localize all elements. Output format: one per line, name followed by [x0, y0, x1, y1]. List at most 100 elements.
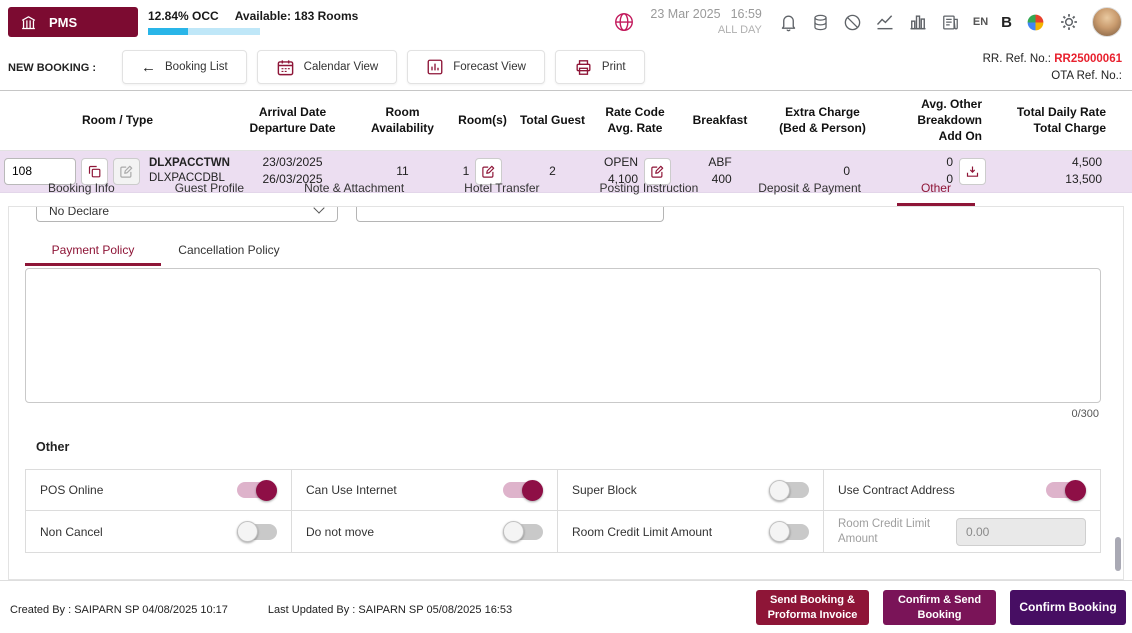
daily-rate-value: 4,500 [1065, 154, 1102, 171]
occupancy-progress-fill [148, 28, 188, 35]
new-booking-label: NEW BOOKING : [8, 62, 96, 74]
footer-bar: Created By : SAIPARN SP 04/08/2025 10:17… [0, 580, 1132, 633]
forecast-chart-icon [426, 58, 444, 76]
booking-list-button[interactable]: ← Booking List [122, 50, 247, 84]
room-credit-limit-amount-input[interactable] [956, 518, 1086, 546]
send-booking-proforma-button[interactable]: Send Booking & Proforma Invoice [756, 590, 869, 625]
tab-other[interactable]: Other [891, 170, 981, 206]
occupancy-summary: 12.84% OCC Available: 183 Rooms [148, 9, 358, 35]
pms-home-button[interactable]: PMS [8, 7, 138, 37]
grid-header-row: Room / Type Arrival DateDeparture Date R… [0, 90, 1132, 151]
col-arrival-departure: Arrival DateDeparture Date [235, 91, 350, 150]
col-rooms: Room(s) [455, 91, 510, 150]
confirm-booking-button[interactable]: Confirm Booking [1010, 590, 1126, 625]
col-total-guest: Total Guest [510, 91, 595, 150]
non-cancel-toggle[interactable] [237, 524, 277, 540]
analytics-colorful-icon[interactable] [1025, 12, 1046, 33]
calendar-icon [276, 58, 295, 77]
tab-hotel-transfer[interactable]: Hotel Transfer [434, 170, 569, 206]
super-block-toggle[interactable] [769, 482, 809, 498]
room-credit-limit-toggle[interactable] [769, 524, 809, 540]
other-tab-panel: No Declare Payment Policy Cancellation P… [8, 206, 1124, 580]
occupancy-progress-bar [148, 28, 260, 35]
audit-info: Created By : SAIPARN SP 04/08/2025 10:17… [10, 604, 512, 616]
declare-select[interactable]: No Declare [36, 206, 338, 222]
other-section-title: Other [36, 440, 69, 454]
notifications-bell-icon[interactable] [779, 13, 798, 32]
super-block-cell: Super Block [558, 470, 824, 511]
avg-breakdown-value: 0 [946, 154, 953, 171]
can-use-internet-toggle[interactable] [503, 482, 543, 498]
current-time: 16:59 [731, 7, 762, 21]
char-counter: 0/300 [1071, 408, 1099, 420]
breakfast-code: ABF [708, 154, 731, 171]
subtab-cancellation-policy[interactable]: Cancellation Policy [161, 235, 297, 266]
room-credit-limit-toggle-cell: Room Credit Limit Amount [558, 511, 824, 552]
room-credit-limit-amount-cell: Room Credit Limit Amount [824, 511, 1100, 552]
chevron-down-icon [313, 206, 324, 214]
tab-deposit-payment[interactable]: Deposit & Payment [728, 170, 891, 206]
payment-policy-textarea[interactable] [25, 268, 1101, 403]
user-avatar[interactable] [1092, 7, 1122, 37]
all-day-label: ALL DAY [650, 23, 761, 38]
pms-booking-screen: PMS 12.84% OCC Available: 183 Rooms 23 M… [0, 0, 1132, 633]
policy-subtabs: Payment Policy Cancellation Policy [25, 235, 297, 266]
top-bar: PMS 12.84% OCC Available: 183 Rooms 23 M… [0, 0, 1132, 44]
rr-ref-label: RR. Ref. No.: [983, 53, 1051, 65]
col-availability: Room Availability [350, 91, 455, 150]
printer-icon [574, 58, 593, 77]
hotel-building-icon [20, 14, 37, 31]
occupancy-percent: 12.84% OCC [148, 9, 219, 23]
do-not-move-toggle[interactable] [503, 524, 543, 540]
tab-note-attachment[interactable]: Note & Attachment [274, 170, 434, 206]
back-arrow-icon: ← [141, 60, 156, 75]
subtab-payment-policy[interactable]: Payment Policy [25, 235, 161, 266]
current-datetime: 23 Mar 2025 16:59 ALL DAY [650, 6, 761, 38]
room-credit-limit-amount-label: Room Credit Limit Amount [838, 517, 956, 547]
col-room-type: Room / Type [0, 91, 235, 150]
confirm-send-booking-button[interactable]: Confirm & Send Booking [883, 590, 996, 625]
use-contract-address-cell: Use Contract Address [824, 470, 1100, 511]
pos-online-toggle[interactable] [237, 482, 277, 498]
non-cancel-cell: Non Cancel [26, 511, 292, 552]
globe-icon[interactable] [613, 11, 635, 33]
tab-booking-info[interactable]: Booking Info [18, 170, 145, 206]
report-news-icon[interactable] [941, 13, 960, 32]
block-ban-icon[interactable] [843, 13, 862, 32]
calendar-view-button[interactable]: Calendar View [257, 50, 398, 84]
rate-code-value: OPEN [604, 154, 638, 171]
use-contract-address-toggle[interactable] [1046, 482, 1086, 498]
line-chart-icon[interactable] [875, 12, 895, 32]
available-rooms: Available: 183 Rooms [235, 9, 359, 23]
col-breakfast: Breakfast [675, 91, 765, 150]
print-button[interactable]: Print [555, 50, 645, 84]
declare-extra-input[interactable] [356, 206, 664, 222]
rr-ref-value: RR25000061 [1054, 53, 1122, 65]
arrival-date: 23/03/2025 [262, 154, 322, 171]
col-rate-code: Rate CodeAvg. Rate [595, 91, 675, 150]
tab-guest-profile[interactable]: Guest Profile [145, 170, 274, 206]
created-by-text: Created By : SAIPARN SP 04/08/2025 10:17 [10, 604, 228, 616]
pos-online-cell: POS Online [26, 470, 292, 511]
reference-numbers: RR. Ref. No.: RR25000061 OTA Ref. No.: [983, 51, 1122, 84]
currency-coins-icon[interactable] [811, 13, 830, 32]
booking-tabs: Booking Info Guest Profile Note & Attach… [8, 170, 1124, 206]
settings-gear-icon[interactable] [1059, 12, 1079, 32]
bar-chart-icon[interactable] [908, 12, 928, 32]
booking-toolbar: NEW BOOKING : ← Booking List Calendar Vi… [0, 44, 1132, 90]
current-date: 23 Mar 2025 [650, 7, 720, 21]
do-not-move-cell: Do not move [292, 511, 558, 552]
col-total-rate-charge: Total Daily RateTotal Charge [990, 91, 1132, 150]
declare-select-value: No Declare [49, 206, 109, 218]
app-name: PMS [49, 15, 77, 30]
updated-by-text: Last Updated By : SAIPARN SP 05/08/2025 … [268, 604, 512, 616]
language-selector[interactable]: EN [973, 16, 988, 28]
panel-scrollbar-thumb[interactable] [1115, 537, 1121, 571]
col-avg-breakdown: Avg. Other BreakdownAdd On [880, 91, 990, 150]
other-options-grid: POS Online Can Use Internet Super Block … [25, 469, 1101, 553]
top-right-icon-cluster: 23 Mar 2025 16:59 ALL DAY [613, 0, 1122, 44]
b-shortcut-icon[interactable]: B [1001, 14, 1012, 31]
ota-ref-label: OTA Ref. No.: [1051, 70, 1122, 82]
tab-posting-instruction[interactable]: Posting Instruction [570, 170, 729, 206]
forecast-view-button[interactable]: Forecast View [407, 50, 545, 84]
